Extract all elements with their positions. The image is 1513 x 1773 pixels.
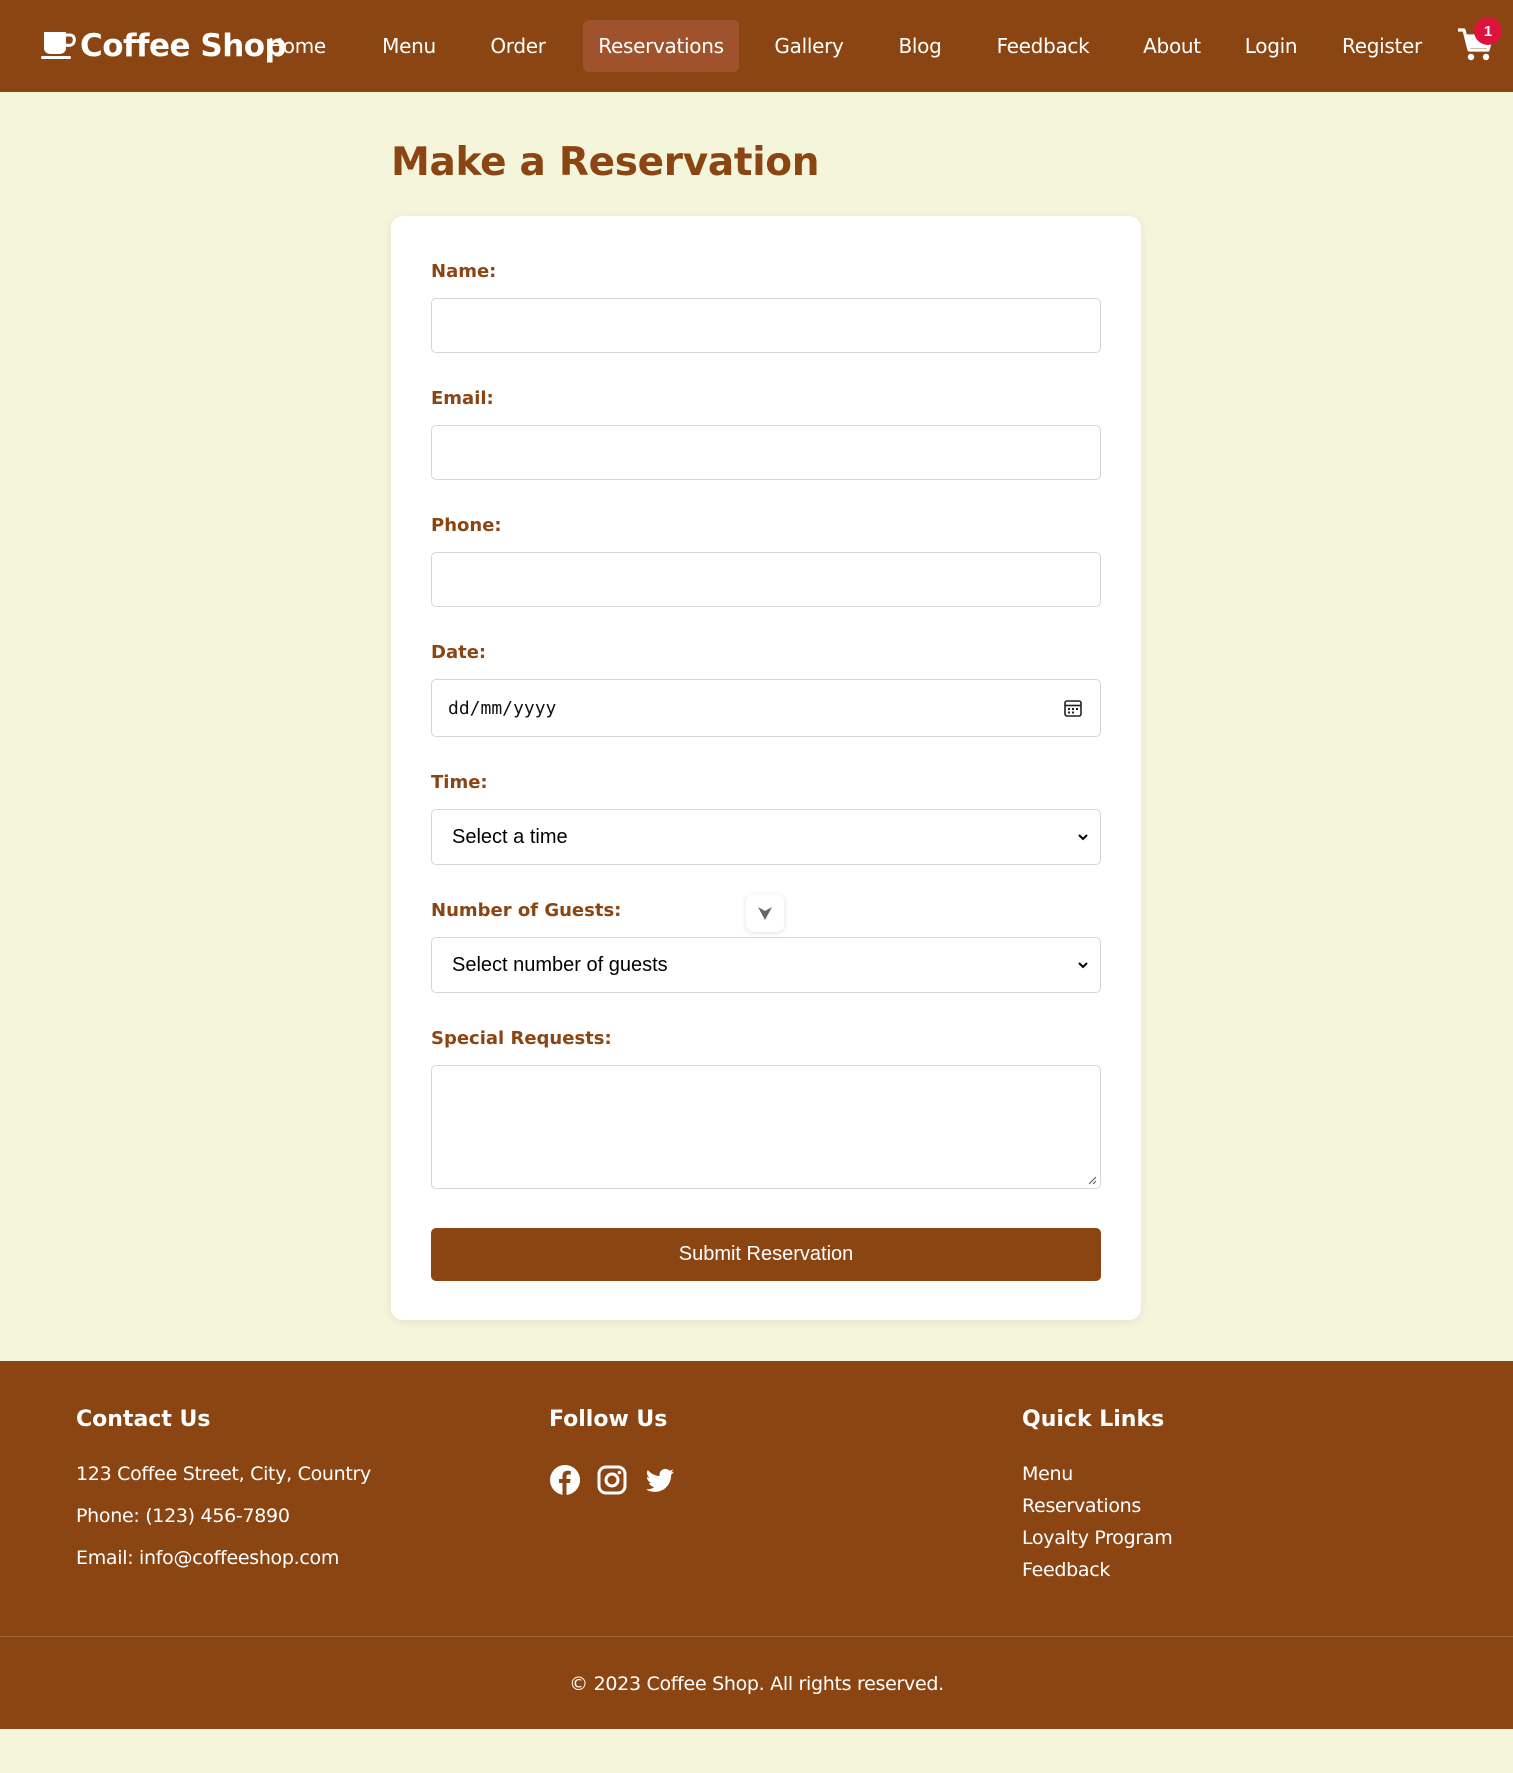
contact-heading: Contact Us: [76, 1407, 211, 1432]
brand-name: Coffee Shop: [80, 28, 287, 64]
email-label: Email:: [431, 388, 494, 409]
follow-heading: Follow Us: [549, 1407, 668, 1432]
requests-label: Special Requests:: [431, 1028, 612, 1049]
date-input[interactable]: dd/mm/yyyy: [431, 679, 1101, 737]
date-placeholder: dd/mm/yyyy: [448, 697, 557, 719]
nav-reservations[interactable]: Reservations: [583, 20, 739, 72]
nav-menu[interactable]: Menu: [369, 20, 449, 72]
quick-link-loyalty-program[interactable]: Loyalty Program: [1022, 1527, 1173, 1549]
coffee-cup-icon: [41, 32, 76, 59]
requests-textarea[interactable]: [431, 1065, 1101, 1189]
name-label: Name:: [431, 261, 497, 282]
guests-select[interactable]: Select number of guests: [431, 937, 1101, 993]
nav-home[interactable]: Home: [257, 20, 337, 72]
brand-logo[interactable]: Coffee Shop: [40, 26, 287, 66]
guests-selected-value: Select number of guests: [452, 953, 668, 976]
nav-about[interactable]: About: [1134, 20, 1210, 72]
page-title: Make a Reservation: [391, 140, 820, 185]
contact-phone: Phone: (123) 456-7890: [76, 1505, 290, 1527]
date-label: Date:: [431, 642, 487, 663]
nav-gallery[interactable]: Gallery: [764, 20, 854, 72]
nav-register[interactable]: Register: [1336, 20, 1428, 72]
navbar: Coffee Shop Home Menu Order Reservations…: [0, 0, 1513, 92]
nav-blog[interactable]: Blog: [880, 20, 960, 72]
resize-handle-icon[interactable]: [1087, 1175, 1097, 1185]
nav-order[interactable]: Order: [478, 20, 558, 72]
nav-feedback[interactable]: Feedback: [990, 20, 1096, 72]
chevron-down-icon: [1078, 962, 1088, 969]
contact-email: Email: info@coffeeshop.com: [76, 1547, 340, 1569]
phone-label: Phone:: [431, 515, 502, 536]
contact-address: 123 Coffee Street, City, Country: [76, 1463, 372, 1485]
calendar-icon[interactable]: [1063, 698, 1083, 718]
quick-link-menu[interactable]: Menu: [1022, 1463, 1073, 1485]
time-select[interactable]: Select a time: [431, 809, 1101, 865]
twitter-icon[interactable]: [644, 1464, 676, 1496]
chevron-down-icon: [758, 907, 772, 920]
footer-divider: [0, 1636, 1513, 1637]
time-selected-value: Select a time: [452, 825, 568, 848]
submit-reservation-button[interactable]: Submit Reservation: [431, 1228, 1101, 1281]
quick-links-heading: Quick Links: [1022, 1407, 1165, 1432]
quick-link-feedback[interactable]: Feedback: [1022, 1559, 1110, 1581]
nav-login[interactable]: Login: [1236, 20, 1306, 72]
name-input[interactable]: [431, 298, 1101, 353]
phone-input[interactable]: [431, 552, 1101, 607]
chevron-down-icon: [1078, 834, 1088, 841]
guests-label: Number of Guests:: [431, 900, 622, 921]
instagram-icon[interactable]: [596, 1464, 628, 1496]
floating-collapse-handle[interactable]: [746, 894, 784, 932]
copyright-text: © 2023 Coffee Shop. All rights reserved.: [569, 1673, 944, 1695]
facebook-icon[interactable]: [549, 1464, 581, 1496]
cart-count-badge: 1: [1474, 17, 1502, 45]
email-input[interactable]: [431, 425, 1101, 480]
time-label: Time:: [431, 772, 488, 793]
quick-link-reservations[interactable]: Reservations: [1022, 1495, 1141, 1517]
footer: Contact Us 123 Coffee Street, City, Coun…: [0, 1361, 1513, 1729]
